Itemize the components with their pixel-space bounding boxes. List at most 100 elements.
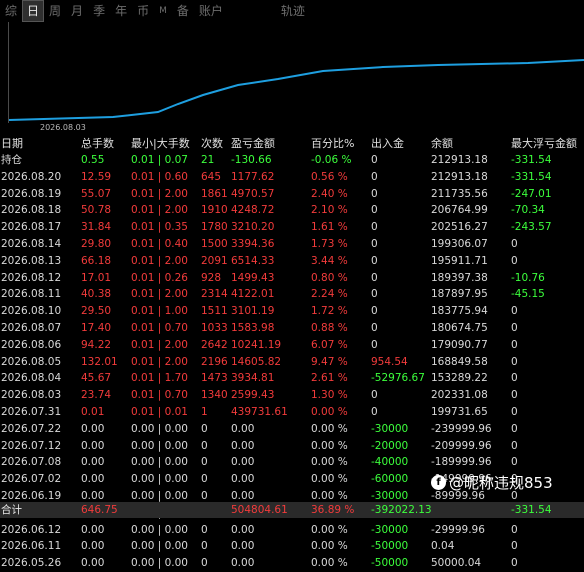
table-row[interactable]: 2026.08.06 94.22 0.01 | 2.00 2642 10241.19 6.… bbox=[0, 337, 584, 354]
table-row[interactable]: 2026.08.10 29.50 0.01 | 1.00 1511 3101.19 1.7… bbox=[0, 303, 584, 320]
table-row[interactable]: 2026.08.11 40.38 0.01 | 2.00 2314 4122.01 2.2… bbox=[0, 286, 584, 303]
tab-4[interactable]: 季 bbox=[88, 1, 110, 21]
cell-float: 0 bbox=[511, 338, 518, 351]
tab-8[interactable]: 备 bbox=[172, 1, 194, 21]
column-header[interactable]: 次数 bbox=[201, 136, 223, 152]
cell-flow: 0 bbox=[371, 204, 378, 217]
cell-pnl: 0.00 bbox=[231, 540, 255, 553]
cell-flow: -30000 bbox=[371, 422, 409, 435]
cell-pnl: 0.00 bbox=[231, 422, 255, 435]
cell-flow: -60000 bbox=[371, 473, 409, 486]
total-float: -331.54 bbox=[511, 504, 552, 516]
cell-pnl: 14605.82 bbox=[231, 355, 282, 368]
cell-balance: 0.04 bbox=[431, 540, 455, 553]
cell-pct: 0.00 % bbox=[311, 557, 348, 570]
column-header[interactable]: 盈亏金额 bbox=[231, 136, 275, 152]
tab-2[interactable]: 周 bbox=[44, 1, 66, 21]
tab-5[interactable]: 年 bbox=[110, 1, 132, 21]
cell-pct: 0.56 % bbox=[311, 170, 348, 183]
cell-balance: 199731.65 bbox=[431, 405, 488, 418]
table-row[interactable]: 2026.08.07 17.40 0.01 | 0.70 1033 1583.98 0.8… bbox=[0, 320, 584, 337]
tab-6[interactable]: 币 bbox=[132, 1, 154, 21]
table-row[interactable]: 2026.08.17 31.84 0.01 | 0.35 1780 3210.20 1.6… bbox=[0, 219, 584, 236]
tab-1[interactable]: 日 bbox=[22, 0, 45, 22]
column-header[interactable]: 余额 bbox=[431, 136, 453, 152]
cell-pnl: 0.00 bbox=[231, 439, 255, 452]
cell-lots: 12.59 bbox=[81, 170, 112, 183]
table-row[interactable]: 2026.08.14 29.80 0.01 | 0.40 1500 3394.36 1.7… bbox=[0, 236, 584, 253]
cell-minmax: 0.01 | 1.00 bbox=[131, 305, 188, 318]
column-header[interactable]: 百分比% bbox=[311, 136, 354, 152]
cell-minmax: 0.01 | 0.07 bbox=[131, 154, 188, 166]
cell-count: 2314 bbox=[201, 288, 228, 301]
cell-lots: 50.78 bbox=[81, 204, 112, 217]
cell-minmax: 0.00 | 0.00 bbox=[131, 422, 188, 435]
table-row[interactable]: 2026.08.04 45.67 0.01 | 1.70 1473 3934.81 2.6… bbox=[0, 370, 584, 387]
table-row[interactable]: 2026.06.12 0.00 0.00 | 0.00 0 0.00 0.00 % -300… bbox=[0, 522, 584, 539]
table-row[interactable]: 2026.07.12 0.00 0.00 | 0.00 0 0.00 0.00 % -200… bbox=[0, 438, 584, 455]
cell-count: 1473 bbox=[201, 372, 228, 385]
table-row[interactable]: 2026.08.18 50.78 0.01 | 2.00 1910 4248.72 2.1… bbox=[0, 202, 584, 219]
table-row[interactable]: 2026.07.08 0.00 0.00 | 0.00 0 0.00 0.00 % -400… bbox=[0, 454, 584, 471]
cell-lots: 23.74 bbox=[81, 389, 112, 402]
cell-flow: 0 bbox=[371, 405, 378, 418]
tab-9[interactable]: 账户 bbox=[194, 1, 228, 21]
cell-float: 0 bbox=[511, 540, 518, 553]
cell-count: 2196 bbox=[201, 355, 228, 368]
tab-10[interactable]: 轨迹 bbox=[276, 1, 310, 21]
cell-date: 2026.08.13 bbox=[1, 254, 62, 267]
table-row[interactable]: 2026.08.05 132.01 0.01 | 2.00 2196 14605.82 9… bbox=[0, 354, 584, 371]
cell-minmax: 0.01 | 0.70 bbox=[131, 321, 188, 334]
cell-balance: -209999.96 bbox=[431, 439, 492, 452]
cell-balance: 50000.04 bbox=[431, 557, 482, 570]
table-row[interactable]: 2026.08.19 55.07 0.01 | 2.00 1861 4970.57 2.4… bbox=[0, 186, 584, 203]
cell-flow: 0 bbox=[371, 288, 378, 301]
table-row[interactable]: 2026.08.13 66.18 0.01 | 2.00 2091 6514.33 3.4… bbox=[0, 253, 584, 270]
table-row[interactable]: 持仓 0.55 0.01 | 0.07 21 -130.66 -0.06 % 0 212913… bbox=[0, 152, 584, 169]
period-tabs: 综日周月季年币 M 备账户 轨迹 bbox=[0, 0, 584, 22]
table-row[interactable]: 2026.06.11 0.00 0.00 | 0.00 0 0.00 0.00 % -500… bbox=[0, 538, 584, 555]
table-row[interactable]: 2026.08.12 17.01 0.01 | 0.26 928 1499.43 0.80… bbox=[0, 270, 584, 287]
table-row[interactable]: 2026.07.31 0.01 0.01 | 0.01 1 439731.61 0.00 … bbox=[0, 404, 584, 421]
cell-float: 0 bbox=[511, 439, 518, 452]
cell-pnl: 0.00 bbox=[231, 557, 255, 570]
cell-balance: 168849.58 bbox=[431, 355, 488, 368]
cell-count: 0 bbox=[201, 422, 208, 435]
cell-date: 2026.08.11 bbox=[1, 288, 62, 301]
table-row[interactable]: 2026.08.03 23.74 0.01 | 0.70 1340 2599.43 1.3… bbox=[0, 387, 584, 404]
tab-7[interactable]: M bbox=[154, 1, 172, 21]
cell-lots: 0.00 bbox=[81, 439, 105, 452]
cell-balance: -239999.96 bbox=[431, 422, 492, 435]
cell-count: 1780 bbox=[201, 221, 228, 234]
cell-date: 2026.06.11 bbox=[1, 540, 62, 553]
cell-date: 2026.07.22 bbox=[1, 422, 62, 435]
table-row[interactable]: 2026.08.20 12.59 0.01 | 0.60 645 1177.62 0.56… bbox=[0, 169, 584, 186]
cell-date: 2026.08.12 bbox=[1, 271, 62, 284]
total-pct: 36.89 % bbox=[311, 504, 355, 516]
cell-count: 1500 bbox=[201, 237, 228, 250]
cell-lots: 0.55 bbox=[81, 154, 105, 166]
column-header[interactable]: 最小|大手数 bbox=[131, 136, 190, 152]
cell-date: 2026.07.08 bbox=[1, 456, 62, 469]
cell-pct: 9.47 % bbox=[311, 355, 348, 368]
total-lots: 646.75 bbox=[81, 504, 118, 516]
table-row[interactable]: 2026.05.26 0.00 0.00 | 0.00 0 0.00 0.00 % -500… bbox=[0, 555, 584, 572]
cell-pnl: 3210.20 bbox=[231, 221, 275, 234]
table-row[interactable]: 2026.07.22 0.00 0.00 | 0.00 0 0.00 0.00 % -300… bbox=[0, 421, 584, 438]
tab-3[interactable]: 月 bbox=[66, 1, 88, 21]
cell-pnl: 0.00 bbox=[231, 456, 255, 469]
tab-0[interactable]: 综 bbox=[0, 1, 22, 21]
cell-minmax: 0.01 | 0.70 bbox=[131, 389, 188, 402]
cell-minmax: 0.01 | 2.00 bbox=[131, 355, 188, 368]
cell-lots: 0.00 bbox=[81, 523, 105, 536]
cell-minmax: 0.01 | 2.00 bbox=[131, 288, 188, 301]
cell-date: 2026.08.07 bbox=[1, 321, 62, 334]
cell-minmax: 0.00 | 0.00 bbox=[131, 439, 188, 452]
column-header[interactable]: 日期 bbox=[1, 136, 23, 152]
column-header[interactable]: 总手数 bbox=[81, 136, 114, 152]
column-header[interactable]: 出入金 bbox=[371, 136, 404, 152]
cell-flow: -52976.67 bbox=[371, 372, 425, 385]
cell-minmax: 0.01 | 0.01 bbox=[131, 405, 188, 418]
column-header[interactable]: 最大浮亏金额 bbox=[511, 136, 577, 152]
cell-lots: 17.40 bbox=[81, 321, 112, 334]
